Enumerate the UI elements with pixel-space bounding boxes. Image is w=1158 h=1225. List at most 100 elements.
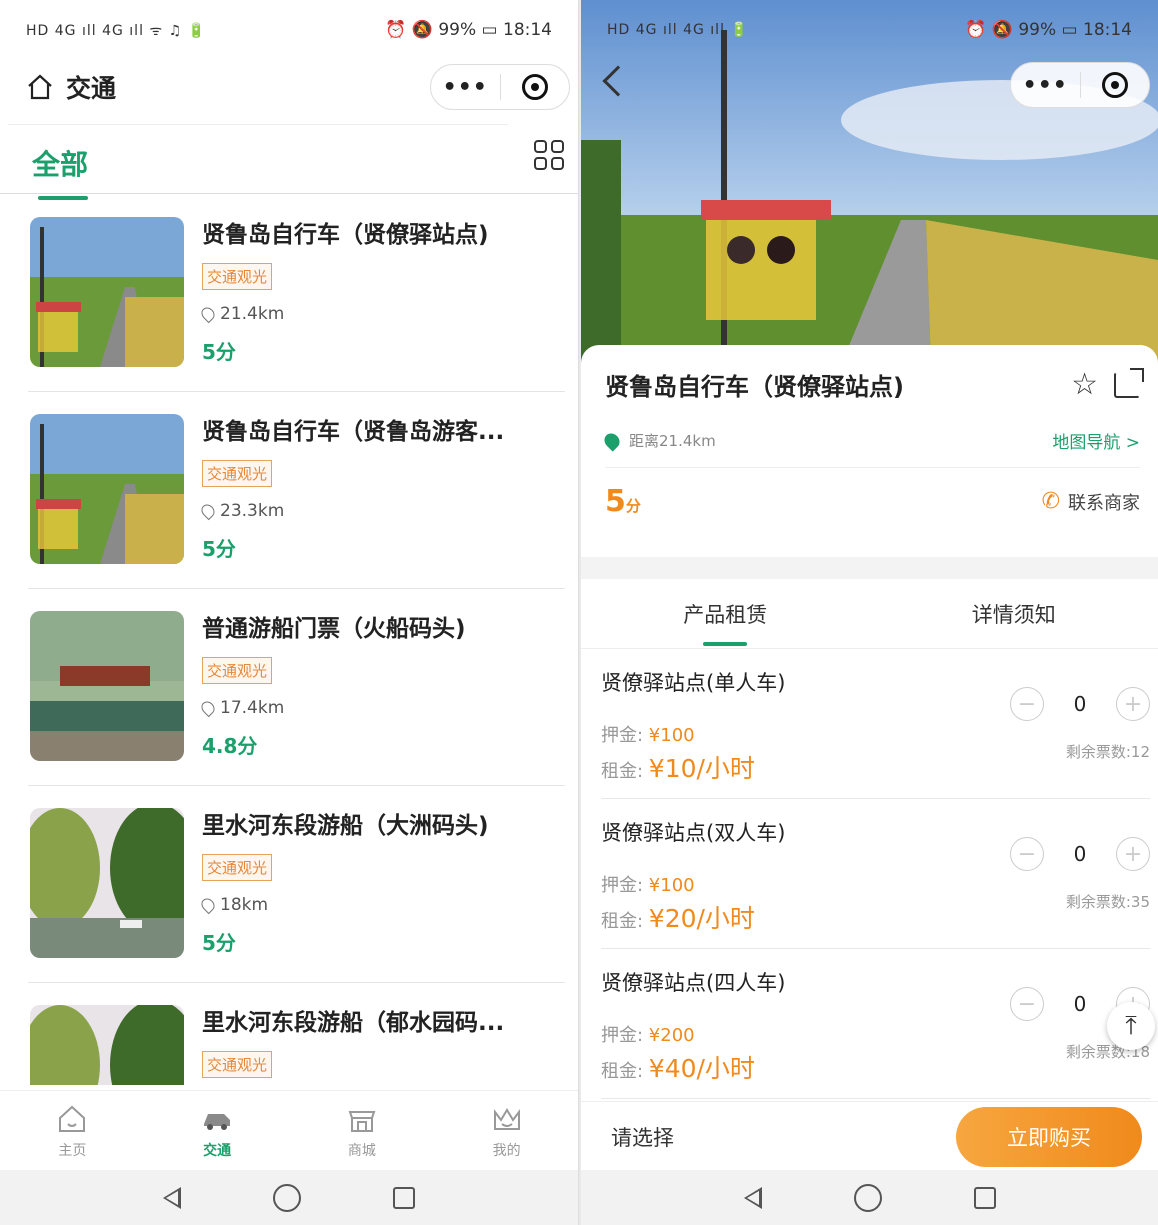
car-icon — [204, 1113, 231, 1130]
phone-icon: ✆ — [1041, 489, 1060, 514]
item-score: 4.8分 — [202, 734, 258, 758]
status-bar: HD 4G ıll 4G ıll 🔋 ⏰ 🔕 99% ▭ 18:14 — [581, 0, 1158, 60]
item-name: 普通游船门票（火船码头) — [202, 616, 466, 642]
item-score: 5分 — [202, 340, 236, 364]
scroll-to-top-icon[interactable]: ⤒ — [1107, 1002, 1155, 1050]
item-tag: 交通观光 — [202, 854, 273, 881]
list-item[interactable]: 里水河东段游船（大洲码头) 交通观光 18km 5分 — [28, 786, 565, 983]
product-option-name: 贤僚驿站点(双人车) — [601, 821, 786, 845]
list-item: 贤僚驿站点(双人车) 押金: ¥100 租金: ¥20/小时 − 0 + 剩余票… — [601, 799, 1150, 949]
quantity-value: 0 — [1073, 692, 1087, 716]
more-button[interactable]: ••• — [431, 75, 500, 100]
item-tag: 交通观光 — [202, 263, 273, 290]
home-icon[interactable] — [26, 73, 54, 101]
thumbnail-bike — [30, 217, 184, 367]
contact-merchant-button[interactable]: ✆ 联系商家 — [1042, 489, 1140, 515]
top-bar: 交通 ••• — [0, 60, 578, 114]
nav-home-icon[interactable] — [273, 1183, 301, 1212]
list-item[interactable]: 普通游船门票（火船码头) 交通观光 17.4km 4.8分 — [28, 589, 565, 786]
minus-icon[interactable]: − — [1010, 687, 1044, 721]
item-tag: 交通观光 — [202, 657, 273, 684]
minus-icon[interactable]: − — [1010, 837, 1044, 871]
list-item[interactable]: 贤鲁岛自行车（贤僚驿站点) 交通观光 21.4km 5分 — [28, 195, 565, 392]
buy-now-button[interactable]: 立即购买 — [956, 1107, 1142, 1167]
item-name: 里水河东段游船（大洲码头) — [202, 813, 489, 839]
store-icon — [348, 1110, 376, 1132]
location-pin-icon — [198, 698, 218, 718]
close-button[interactable] — [501, 74, 570, 100]
deposit: 押金: ¥100 — [601, 725, 695, 746]
item-name: 里水河东段游船（郁水园码... — [202, 1010, 505, 1036]
crown-icon — [493, 1107, 520, 1130]
close-button[interactable] — [1081, 72, 1150, 98]
quantity-value: 0 — [1073, 992, 1087, 1016]
status-signal: HD 4G ıll 4G ıll ᯤ ♫ 🔋 — [26, 22, 207, 39]
more-button[interactable]: ••• — [1011, 73, 1080, 98]
remaining-tickets: 剩余票数:35 — [1065, 893, 1150, 911]
product-title: 贤鲁岛自行车（贤僚驿站点) — [605, 373, 904, 401]
thumbnail-river — [30, 808, 184, 958]
system-nav-bar — [0, 1170, 578, 1225]
star-icon[interactable]: ☆ — [1071, 367, 1098, 402]
item-score: 5分 — [202, 537, 236, 561]
selection-hint[interactable]: 请选择 — [611, 1122, 674, 1152]
minus-icon[interactable]: − — [1010, 987, 1044, 1021]
list-item[interactable]: 贤鲁岛自行车（贤鲁岛游客... 交通观光 23.3km 5分 — [28, 392, 565, 589]
tab-details[interactable]: 详情须知 — [870, 579, 1158, 648]
nav-home-icon[interactable] — [853, 1183, 882, 1212]
map-navigation-link[interactable]: 地图导航 > — [1052, 428, 1140, 453]
item-distance: 21.4km — [220, 304, 285, 324]
mini-program-capsule: ••• — [1010, 62, 1150, 108]
deposit: 押金: ¥200 — [601, 1025, 695, 1046]
quantity-stepper: − 0 + — [1010, 687, 1150, 721]
tab-transport[interactable]: 交通 — [145, 1091, 290, 1170]
quantity-stepper: − 0 + — [1010, 837, 1150, 871]
tab-home[interactable]: 主页 — [0, 1091, 145, 1170]
share-icon[interactable] — [1114, 367, 1144, 398]
purchase-bar: 请选择 立即购买 — [581, 1101, 1158, 1171]
distance-text: 距离21.4km — [629, 432, 716, 450]
item-name: 贤鲁岛自行车（贤僚驿站点) — [202, 222, 489, 248]
plus-icon[interactable]: + — [1116, 687, 1150, 721]
product-option-name: 贤僚驿站点(四人车) — [601, 971, 786, 995]
tab-mall[interactable]: 商城 — [290, 1091, 435, 1170]
category-bar: 全部 — [8, 124, 508, 200]
grid-icon[interactable] — [534, 140, 564, 170]
nav-recent-icon[interactable] — [393, 1186, 415, 1209]
nav-recent-icon[interactable] — [973, 1186, 996, 1209]
target-icon — [1101, 72, 1128, 98]
thumbnail-bike — [30, 414, 184, 564]
item-name: 贤鲁岛自行车（贤鲁岛游客... — [202, 419, 505, 445]
bottom-tab-bar: 主页 交通 商城 我的 — [0, 1090, 578, 1170]
rent: 租金: ¥40/小时 — [601, 1054, 755, 1083]
list-item: 贤僚驿站点(四人车) 押金: ¥200 租金: ¥40/小时 − 0 + 剩余票… — [601, 949, 1150, 1099]
thumbnail-boat-gate — [30, 611, 184, 761]
product-info-card: 贤鲁岛自行车（贤僚驿站点) ☆ 距离21.4km 地图导航 > 5分 ✆ 联系商家 — [581, 345, 1158, 557]
nav-back-icon[interactable] — [163, 1186, 181, 1209]
nav-back-icon[interactable] — [743, 1186, 762, 1209]
plus-icon[interactable]: + — [1116, 837, 1150, 871]
tab-rental[interactable]: 产品租赁 — [581, 579, 870, 648]
page-title: 交通 — [66, 74, 117, 103]
location-pin-icon — [198, 304, 218, 324]
thumbnail-river — [30, 1005, 184, 1085]
remaining-tickets: 剩余票数:12 — [1065, 743, 1150, 761]
location-pin-icon — [198, 895, 218, 915]
target-icon — [521, 74, 548, 100]
rent: 租金: ¥10/小时 — [601, 754, 755, 783]
status-battery-time: ⏰ 🔕 99% ▭ 18:14 — [965, 20, 1132, 40]
product-tabs: 产品租赁 详情须知 — [581, 579, 1158, 649]
tab-all[interactable]: 全部 — [32, 143, 88, 183]
item-distance: 23.3km — [220, 501, 285, 521]
rent: 租金: ¥20/小时 — [601, 904, 755, 933]
rating-score: 5分 — [605, 484, 641, 519]
rental-product-list: 贤僚驿站点(单人车) 押金: ¥100 租金: ¥10/小时 − 0 + 剩余票… — [581, 649, 1158, 1101]
list-item: 贤僚驿站点(单人车) 押金: ¥100 租金: ¥10/小时 − 0 + 剩余票… — [601, 649, 1150, 799]
list-item[interactable]: 里水河东段游船（郁水园码... 交通观光 — [28, 983, 565, 1085]
item-distance: 17.4km — [220, 698, 285, 718]
product-detail-screen: HD 4G ıll 4G ıll 🔋 ⏰ 🔕 99% ▭ 18:14 ••• 贤… — [581, 0, 1158, 1225]
tab-mine[interactable]: 我的 — [434, 1091, 578, 1170]
location-pin-icon — [601, 429, 623, 452]
item-tag: 交通观光 — [202, 460, 273, 487]
home-icon — [59, 1105, 86, 1132]
